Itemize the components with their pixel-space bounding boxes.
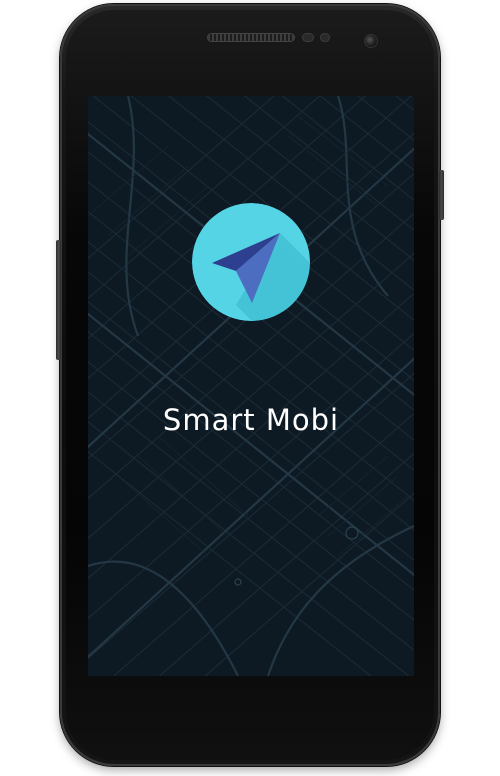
power-button	[439, 170, 444, 220]
map-background	[88, 96, 414, 676]
app-logo	[192, 203, 310, 321]
light-sensor	[321, 34, 329, 41]
splash-screen: Smart Mobi	[88, 96, 414, 676]
earpiece-speaker	[208, 34, 294, 41]
navigation-arrow-icon	[192, 203, 310, 321]
app-title: Smart Mobi	[162, 403, 340, 437]
front-camera	[365, 35, 377, 47]
volume-button	[56, 240, 61, 360]
proximity-sensor	[303, 34, 313, 41]
